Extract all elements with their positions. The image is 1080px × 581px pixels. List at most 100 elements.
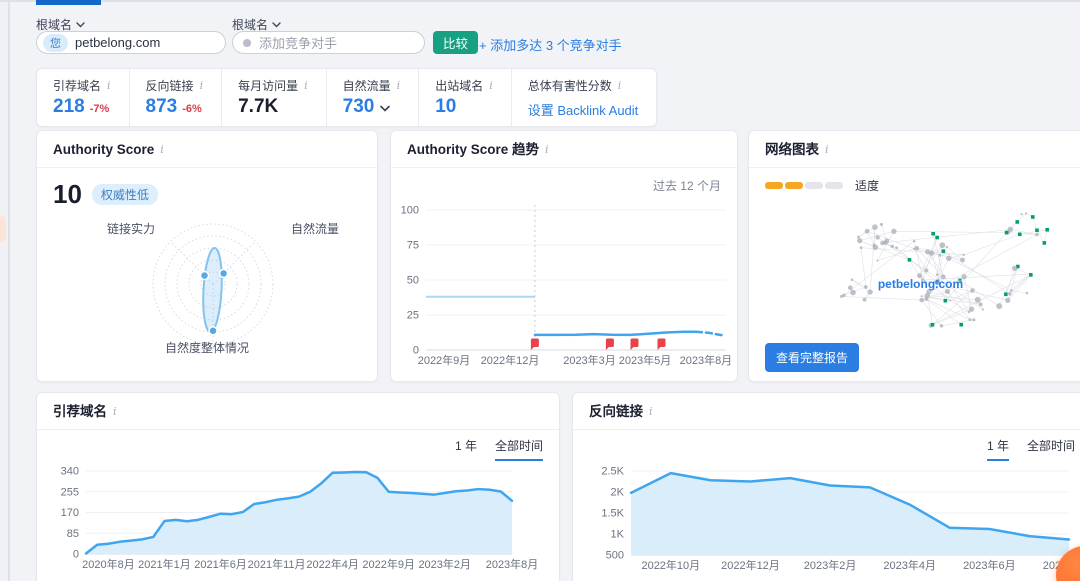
metric-value: 873	[146, 96, 178, 118]
metric-value: 730	[343, 96, 375, 118]
metric-value: 10	[435, 96, 456, 118]
svg-text:2.5K: 2.5K	[601, 466, 624, 478]
svg-text:2023年8月: 2023年8月	[680, 353, 733, 367]
tab-one-year[interactable]: 1 年	[987, 437, 1009, 461]
backlinks-card: 反向链接i 1 年 全部时间 5001K1.5K2K2.5K2022年10月20…	[572, 392, 1080, 581]
svg-text:255: 255	[61, 486, 79, 498]
radar-axis-naturalness: 自然度整体情况	[37, 339, 377, 356]
trend-range-label: 过去 12 个月	[653, 177, 721, 194]
card-title: 反向链接	[589, 393, 643, 430]
svg-text:2023年6月: 2023年6月	[963, 558, 1016, 572]
info-icon[interactable]: i	[113, 405, 117, 418]
info-icon[interactable]: i	[160, 143, 164, 156]
tab-one-year[interactable]: 1 年	[455, 437, 477, 461]
svg-text:170: 170	[61, 507, 79, 519]
metric-toxicity-score: 总体有害性分数 i 设置 Backlink Audit	[511, 69, 657, 126]
metrics-bar: 引荐域名 i 218 -7% 反向链接i 873-6% 每月访问量 i 7.7K 自然…	[36, 68, 657, 127]
card-title: Authority Score 趋势	[407, 131, 539, 168]
network-graph[interactable]	[759, 193, 1080, 365]
svg-text:2022年9月: 2022年9月	[362, 557, 415, 571]
you-badge: 您	[43, 34, 68, 52]
toxicity-segment	[785, 182, 803, 189]
svg-text:100: 100	[401, 205, 419, 217]
svg-text:25: 25	[407, 310, 419, 322]
referring-domains-card: 引荐域名i 1 年 全部时间 0851702553402020年8月2021年1…	[36, 392, 560, 581]
metric-label: 总体有害性分数	[528, 77, 612, 94]
radar-axis-organic-traffic: 自然流量	[291, 220, 339, 237]
backlink-analytics-page: 根域名 您 petbelong.com 根域名 添加竞争对手 比较 + 添加多达…	[0, 0, 1080, 581]
svg-text:2022年9月: 2022年9月	[418, 353, 471, 367]
metric-monthly-visits[interactable]: 每月访问量 i 7.7K	[221, 69, 326, 126]
svg-text:2K: 2K	[611, 487, 625, 499]
metric-outbound-domains[interactable]: 出站域名 i 10	[418, 69, 511, 126]
info-icon[interactable]: i	[200, 79, 204, 92]
toxicity-level-label: 适度	[855, 177, 879, 194]
svg-text:2023年2月: 2023年2月	[804, 558, 857, 572]
main-domain-input[interactable]: 您 petbelong.com	[36, 31, 226, 54]
metric-label: 每月访问量	[238, 77, 298, 94]
left-rail	[0, 2, 10, 581]
svg-text:500: 500	[606, 550, 624, 562]
metric-value: 218	[53, 96, 85, 118]
svg-text:2022年12月: 2022年12月	[481, 353, 540, 367]
tab-bar-divider	[0, 0, 1080, 2]
svg-text:85: 85	[67, 528, 79, 540]
info-icon[interactable]: i	[545, 143, 549, 156]
active-tab-indicator	[36, 0, 101, 5]
metric-organic-traffic[interactable]: 自然流量 i 730	[326, 69, 419, 126]
feedback-tab[interactable]	[0, 216, 6, 242]
info-icon[interactable]: i	[397, 79, 401, 92]
compare-button[interactable]: 比较	[433, 31, 478, 54]
card-title: 引荐域名	[53, 393, 107, 430]
card-title: 网络图表	[765, 131, 819, 168]
metric-label: 引荐域名	[53, 77, 101, 94]
setup-backlink-audit-link[interactable]: 设置 Backlink Audit	[528, 100, 639, 119]
chevron-down-icon	[272, 22, 281, 28]
info-icon[interactable]: i	[304, 79, 308, 92]
svg-text:2023年4月: 2023年4月	[883, 558, 936, 572]
chevron-down-icon[interactable]	[380, 105, 390, 112]
competitor-dot-icon	[243, 39, 251, 47]
authority-trend-chart[interactable]: 02550751002022年9月2022年12月2023年3月2023年5月2…	[399, 197, 735, 375]
metric-value: 7.7K	[238, 96, 278, 118]
metric-label: 出站域名	[435, 77, 483, 94]
card-title: Authority Score	[53, 131, 154, 168]
backlinks-chart[interactable]: 5001K1.5K2K2.5K2022年10月2022年12月2023年2月20…	[573, 459, 1080, 581]
tab-all-time[interactable]: 全部时间	[495, 437, 543, 461]
info-icon[interactable]: i	[107, 79, 111, 92]
add-competitors-link[interactable]: + 添加多达 3 个竞争对手	[479, 35, 622, 54]
metric-delta: -7%	[90, 103, 110, 115]
svg-text:75: 75	[407, 240, 419, 252]
view-full-report-button[interactable]: 查看完整报告	[765, 343, 859, 372]
svg-text:0: 0	[73, 549, 79, 561]
toxicity-segment	[805, 182, 823, 189]
backlinks-range-tabs: 1 年 全部时间	[969, 437, 1075, 461]
svg-text:50: 50	[407, 275, 419, 287]
domain-value: petbelong.com	[75, 35, 160, 50]
info-icon[interactable]: i	[618, 79, 622, 92]
metric-backlinks[interactable]: 反向链接i 873-6%	[129, 69, 222, 126]
refdomains-range-tabs: 1 年 全部时间	[437, 437, 543, 461]
toxicity-segment	[765, 182, 783, 189]
info-icon[interactable]: i	[825, 143, 829, 156]
network-graph-card: 网络图表i 适度 petbelong.com 查看完整报告	[748, 130, 1080, 382]
tab-all-time[interactable]: 全部时间	[1027, 437, 1075, 461]
toxicity-meter	[765, 182, 845, 189]
svg-text:1K: 1K	[611, 529, 625, 541]
svg-text:2021年1月: 2021年1月	[138, 557, 191, 571]
toxicity-legend: 适度	[765, 177, 879, 194]
svg-text:2021年6月: 2021年6月	[194, 557, 247, 571]
svg-text:2023年8月: 2023年8月	[486, 557, 539, 571]
svg-text:2022年12月: 2022年12月	[721, 558, 780, 572]
info-icon[interactable]: i	[489, 79, 493, 92]
referring-domains-chart[interactable]: 0851702553402020年8月2021年1月2021年6月2021年11…	[37, 459, 561, 581]
info-icon[interactable]: i	[649, 405, 653, 418]
metric-label: 自然流量	[343, 77, 391, 94]
svg-text:2023年2月: 2023年2月	[418, 557, 471, 571]
metric-referring-domains[interactable]: 引荐域名 i 218 -7%	[37, 69, 129, 126]
toxicity-segment	[825, 182, 843, 189]
competitor-input[interactable]: 添加竞争对手	[232, 31, 425, 54]
svg-text:2022年10月: 2022年10月	[641, 558, 700, 572]
svg-text:2020年8月: 2020年8月	[82, 557, 135, 571]
svg-text:2023年3月: 2023年3月	[563, 353, 616, 367]
